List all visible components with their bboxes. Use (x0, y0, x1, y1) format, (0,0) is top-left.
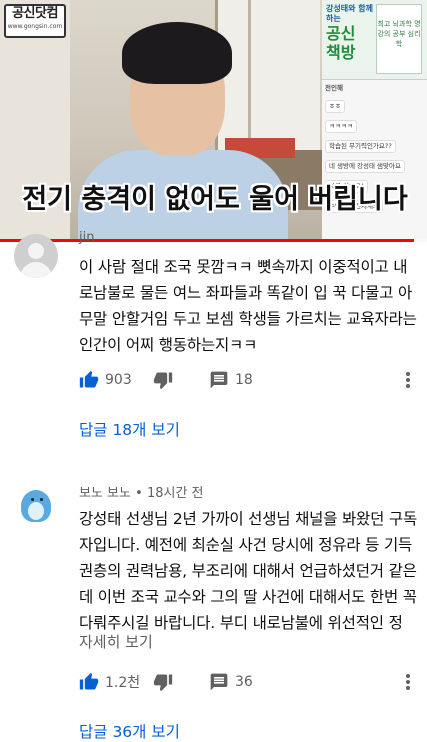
more-vert-icon[interactable] (404, 370, 412, 390)
video-player[interactable]: 공신닷컴 www.gongsin.com 강성태와 함께하는 공신 책방 최고 … (0, 0, 427, 242)
chat-message: 네 생방에 강성태 샘맞아요 (325, 160, 425, 173)
like-count: 1.2천 (105, 675, 141, 691)
comment-meta: 보노 보노 • 18시간 전 (79, 482, 204, 501)
avatar[interactable] (14, 482, 58, 526)
comment-text: 강성태 선생님 2년 가까이 선생님 채널을 봐왔던 구독자입니다. 예전에 최… (79, 510, 418, 632)
seal-avatar-eye (40, 498, 43, 501)
book-main-title: 공신 책방 (326, 24, 356, 62)
comment-item: 보노 보노 • 18시간 전 강성태 선생님 2년 가까이 선생님 채널을 봐왔… (0, 470, 427, 742)
chat-message: ㅋㅋㅋㅋ (325, 120, 425, 133)
chat-message: ㅎㅎ (325, 100, 425, 113)
book-subtitle: 강성태와 함께하는 (326, 4, 373, 23)
thumb-down-icon (153, 674, 173, 692)
view-replies-link[interactable]: 답글 18개 보기 (79, 418, 180, 440)
reply-count: 18 (235, 372, 253, 388)
comment-item: jin 이 사람 절대 조국 못깜ㅋㅋ 뼛속까지 이중적이고 내로남불로 물든 … (0, 230, 427, 442)
reply-button[interactable]: 36 (209, 670, 253, 694)
like-count: 903 (105, 372, 132, 388)
thumb-down-icon (153, 372, 173, 390)
book-cover-text: 최고 뇌과학 명강의 공부 심리학 (377, 20, 421, 48)
dislike-button[interactable] (153, 670, 173, 694)
avatar-shoulder-shape (20, 262, 52, 278)
book-title: 강성태와 함께하는 공신 책방 (326, 4, 374, 62)
comment-meta: jin (79, 230, 94, 245)
book-banner: 강성태와 함께하는 공신 책방 최고 뇌과학 명강의 공부 심리학 (322, 0, 427, 80)
book-cover: 최고 뇌과학 명강의 공부 심리학 (376, 4, 422, 74)
seal-avatar-belly (28, 502, 44, 520)
view-replies-link[interactable]: 답글 36개 보기 (79, 720, 180, 742)
video-window-scene (215, 0, 320, 150)
avatar[interactable] (14, 234, 58, 278)
like-button[interactable]: 903 (79, 368, 132, 392)
comment-icon (210, 673, 228, 691)
read-more-link[interactable]: 자세히 보기 (79, 631, 153, 652)
presenter-hair (122, 22, 232, 84)
thumb-up-icon (79, 370, 99, 388)
comment-actions: 903 18 (79, 368, 419, 392)
avatar-head-shape (28, 243, 44, 259)
logo-url: www.gongsin.com (7, 23, 63, 30)
channel-logo: 공신닷컴 www.gongsin.com (4, 4, 66, 38)
comment-time: 18시간 전 (146, 486, 204, 501)
chat-message: 학습된 무기력인가요?? (325, 140, 425, 153)
like-button[interactable]: 1.2천 (79, 670, 140, 694)
meta-separator: • (135, 486, 147, 501)
chat-message: 전인해 (325, 84, 343, 92)
thumb-up-icon (79, 672, 99, 690)
comment-actions: 1.2천 36 (79, 670, 419, 694)
reply-button[interactable]: 18 (209, 368, 253, 392)
seal-avatar-eye (31, 498, 34, 501)
comment-icon (210, 371, 228, 389)
more-vert-icon[interactable] (404, 672, 412, 692)
comment-text: 이 사람 절대 조국 못깜ㅋㅋ 뼛속까지 이중적이고 내로남불로 물든 여느 좌… (79, 258, 417, 354)
comment-author[interactable]: 보노 보노 (79, 486, 131, 501)
reply-count: 36 (235, 674, 253, 690)
logo-text: 공신닷컴 (12, 6, 58, 21)
comment-author[interactable]: jin (79, 230, 94, 245)
video-caption: 전기 충격이 없어도 울어 버립니다 (22, 184, 408, 215)
dislike-button[interactable] (153, 368, 173, 392)
